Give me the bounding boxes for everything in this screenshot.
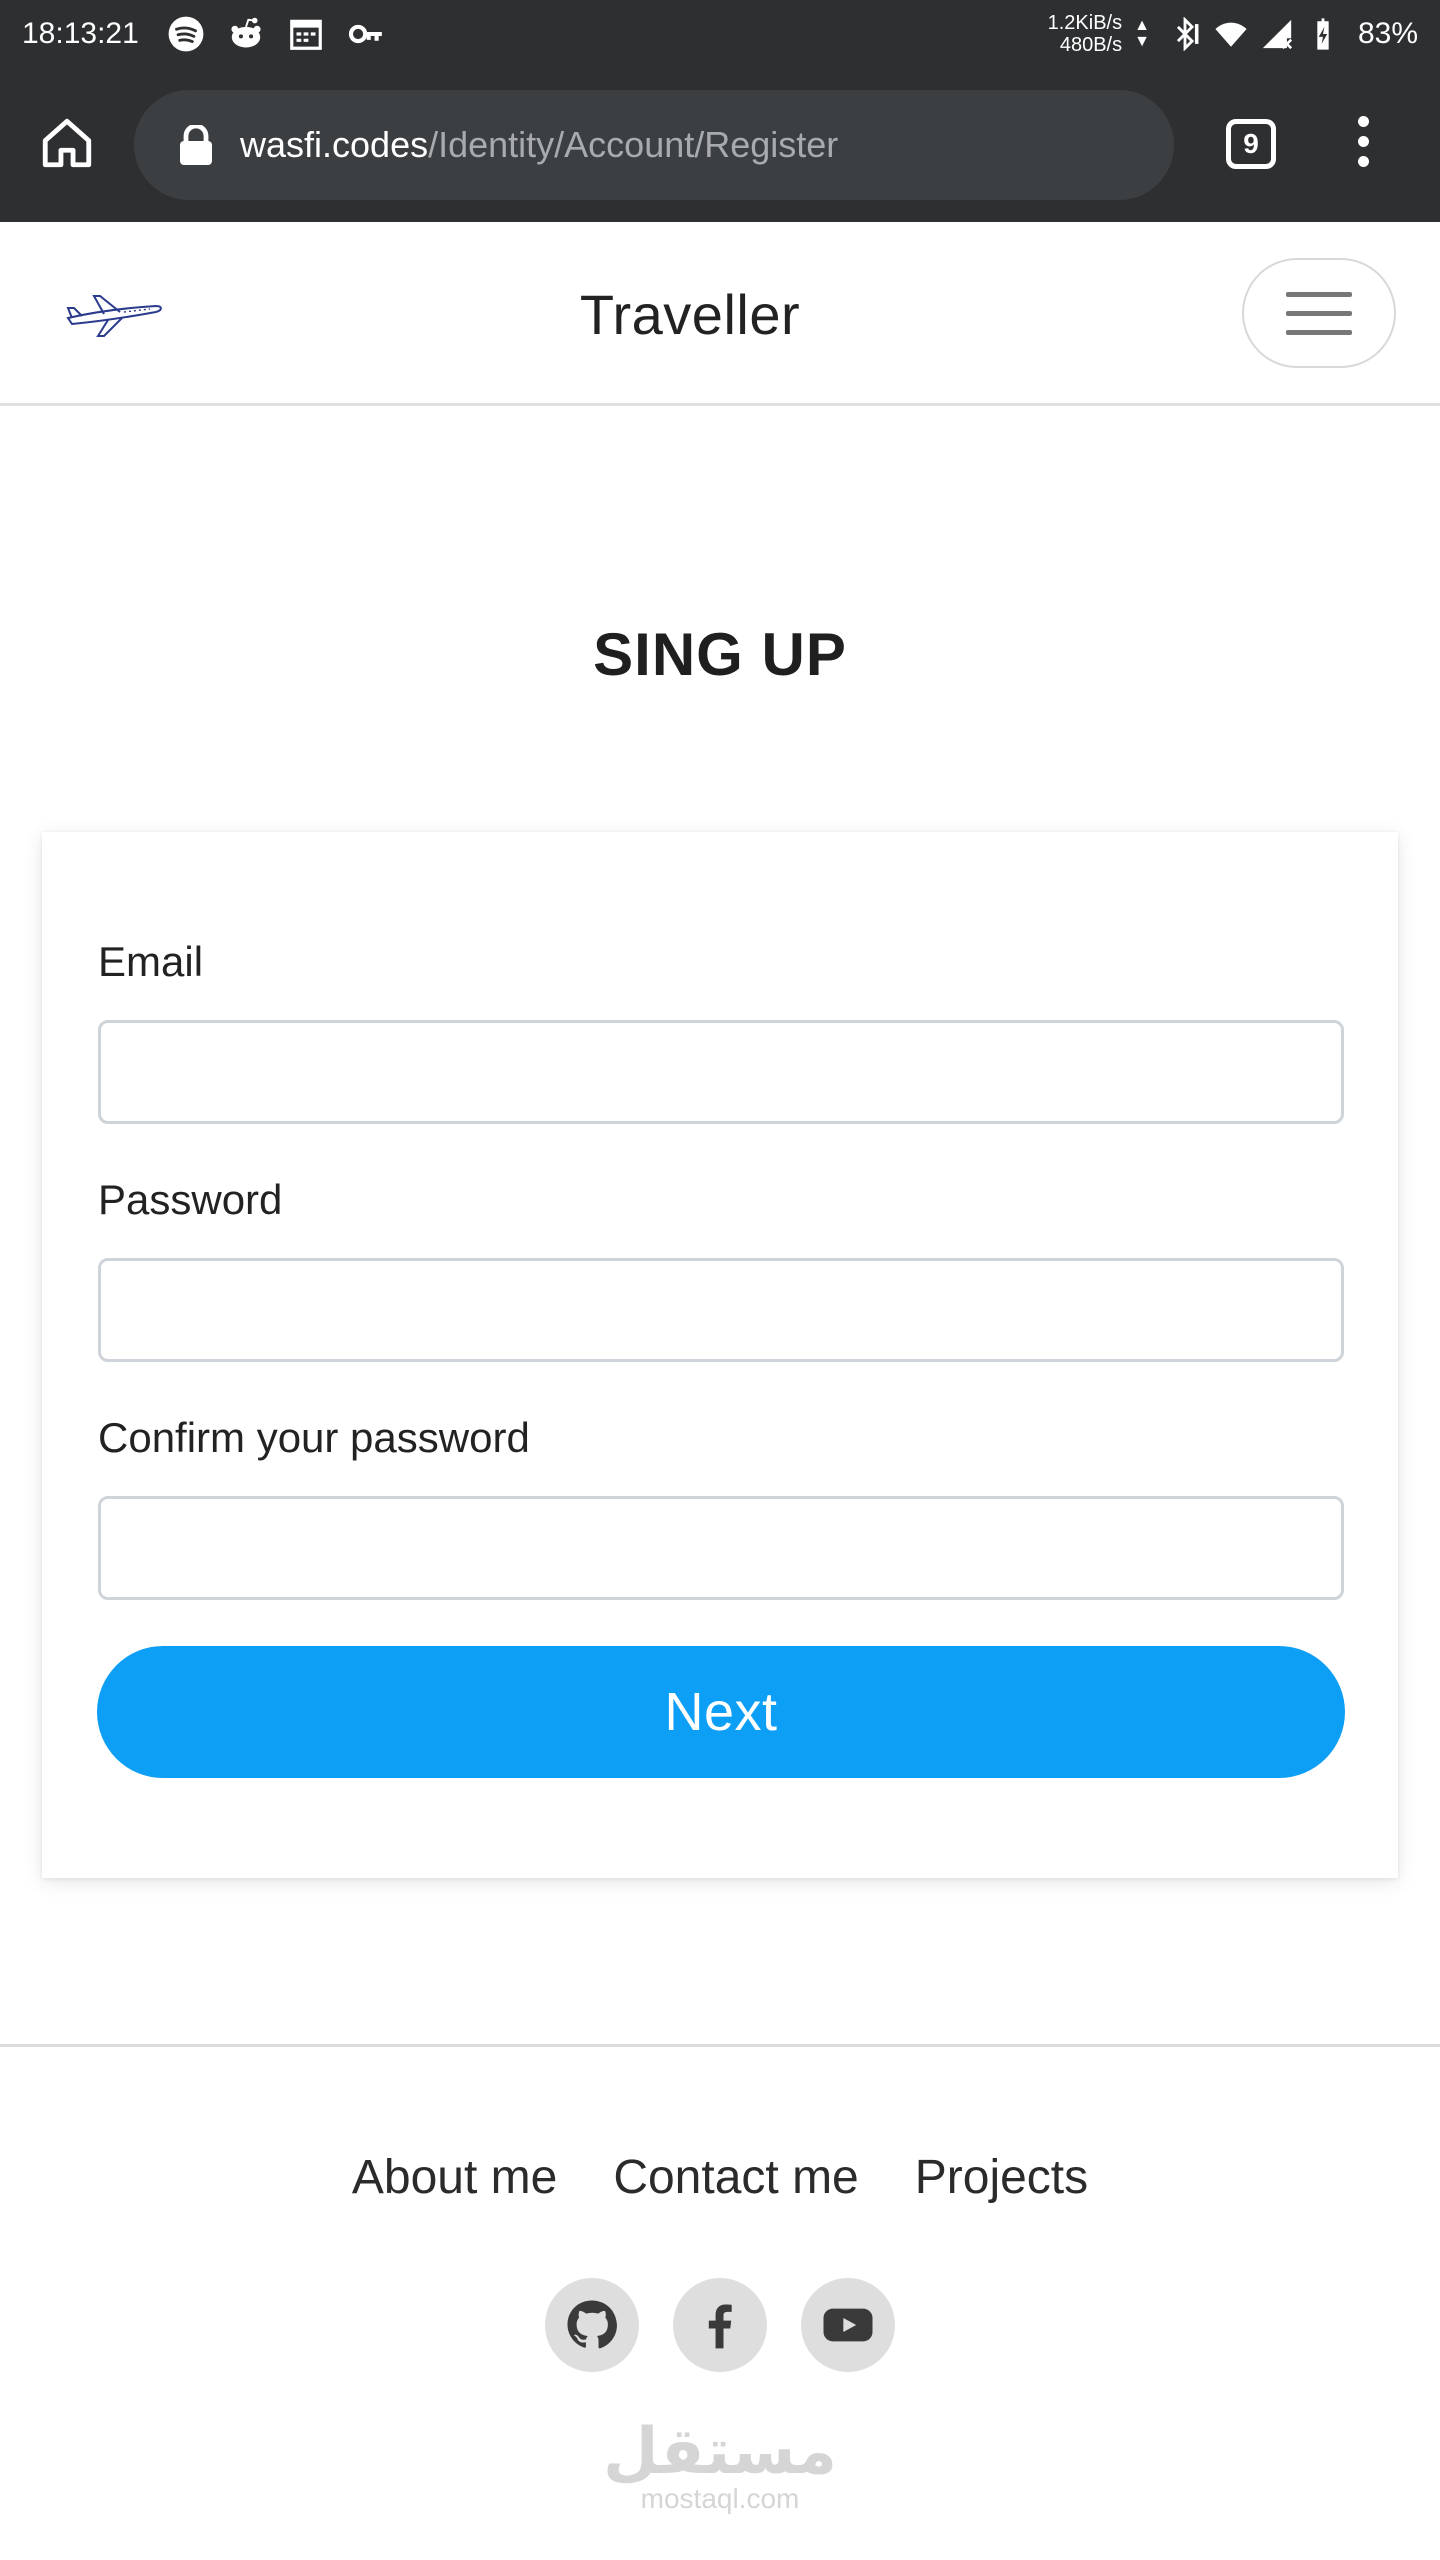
network-speed: 1.2KiB/s 480B/s bbox=[1048, 12, 1122, 56]
youtube-button[interactable] bbox=[801, 2278, 895, 2372]
social-links bbox=[0, 2278, 1440, 2372]
tab-switcher-button[interactable]: 9 bbox=[1226, 119, 1276, 169]
site-navbar: Traveller bbox=[0, 222, 1440, 406]
net-down-speed: 480B/s bbox=[1059, 34, 1123, 56]
wifi-icon bbox=[1215, 22, 1247, 47]
next-button[interactable]: Next bbox=[97, 1646, 1345, 1778]
watermark-latin: mostaql.com bbox=[640, 2483, 800, 2514]
home-icon bbox=[42, 118, 92, 168]
confirm-password-field[interactable] bbox=[98, 1496, 1344, 1600]
url-host: wasfi.codes bbox=[240, 124, 429, 165]
spotify-icon bbox=[168, 16, 204, 52]
confirm-password-label: Confirm your password bbox=[98, 1414, 530, 1461]
status-time: 18:13:21 bbox=[22, 17, 139, 50]
watermark-arabic: مستقل bbox=[602, 2415, 838, 2489]
battery-charging-icon bbox=[1317, 18, 1329, 50]
footer-links: About me Contact me Projects bbox=[0, 2150, 1440, 2205]
bluetooth-icon bbox=[1176, 17, 1199, 51]
navbar-toggle-button[interactable] bbox=[1242, 258, 1396, 368]
mostaql-watermark: مستقل mostaql.com bbox=[0, 2420, 1440, 2514]
email-field[interactable] bbox=[98, 1020, 1344, 1124]
footer-link-about[interactable]: About me bbox=[352, 2150, 557, 2205]
facebook-icon bbox=[708, 2304, 732, 2349]
system-status: 1.2KiB/s 480B/s ▲ ▼ 83% bbox=[1048, 12, 1418, 56]
vpn-key-icon bbox=[348, 24, 382, 44]
page-title: SING UP bbox=[593, 621, 847, 688]
hamburger-icon bbox=[1286, 291, 1352, 297]
email-label: Email bbox=[98, 938, 204, 985]
url-text: wasfi.codes/Identity/Account/Register bbox=[240, 124, 838, 166]
browser-menu-button[interactable] bbox=[1346, 116, 1380, 176]
lock-icon bbox=[180, 125, 212, 165]
cell-signal-icon bbox=[1262, 19, 1293, 50]
footer-link-projects[interactable]: Projects bbox=[915, 2150, 1088, 2205]
home-button[interactable] bbox=[38, 114, 96, 172]
calendar-icon bbox=[289, 19, 322, 50]
net-up-speed: 1.2KiB/s bbox=[1047, 12, 1123, 34]
youtube-icon bbox=[823, 2308, 873, 2342]
brand-name[interactable]: Traveller bbox=[0, 282, 1380, 347]
github-icon bbox=[567, 2300, 617, 2349]
address-bar[interactable]: wasfi.codes/Identity/Account/Register bbox=[134, 90, 1174, 200]
footer-link-contact[interactable]: Contact me bbox=[613, 2150, 858, 2205]
footer-divider bbox=[0, 2044, 1440, 2047]
url-path: /Identity/Account/Register bbox=[428, 124, 839, 165]
facebook-button[interactable] bbox=[673, 2278, 767, 2372]
battery-percent: 83% bbox=[1357, 17, 1418, 50]
password-field[interactable] bbox=[98, 1258, 1344, 1362]
notification-icons bbox=[167, 15, 385, 53]
password-label: Password bbox=[98, 1176, 283, 1223]
status-bar: 18:13:21 1.2KiB/s 480B/s ▲ ▼ 83% bbox=[0, 0, 1440, 68]
github-button[interactable] bbox=[545, 2278, 639, 2372]
browser-toolbar: wasfi.codes/Identity/Account/Register 9 bbox=[0, 68, 1440, 222]
data-arrows-icon: ▲ ▼ bbox=[1134, 17, 1150, 50]
reddit-icon bbox=[231, 17, 261, 48]
